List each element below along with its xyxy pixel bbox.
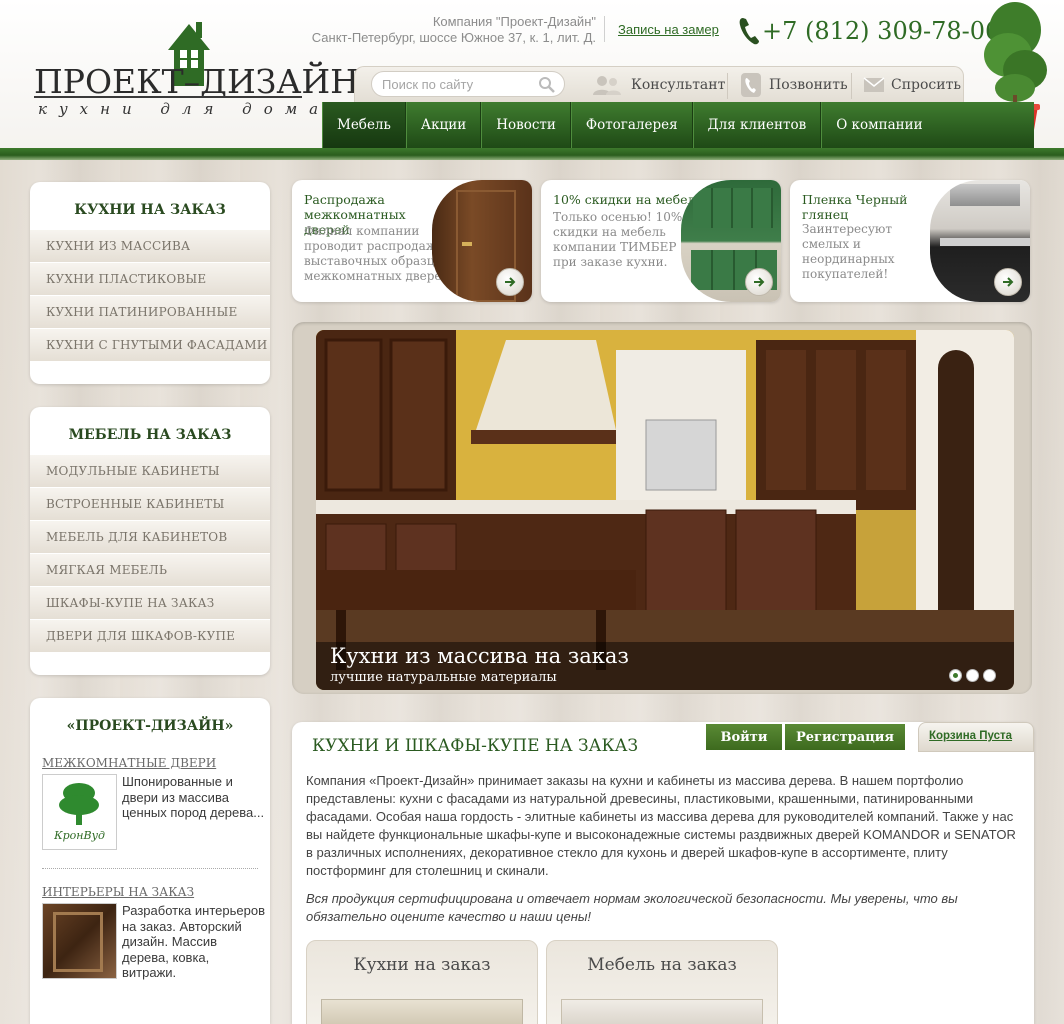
kronwood-logo-text: КронВуд — [54, 829, 105, 842]
sidebar-interiors-block: ИНТЕРЬЕРЫ НА ЗАКАЗ Разработка интерьеров… — [30, 881, 270, 981]
measure-signup-link[interactable]: Запись на замер — [618, 22, 719, 37]
ask-button[interactable]: Спросить — [863, 67, 961, 103]
sidebar-furniture-title: МЕБЕЛЬ НА ЗАКАЗ — [68, 427, 232, 443]
toolbar: Поиск по сайту Консультант Позвонить Спр… — [354, 66, 964, 104]
sidebar-doors-block: МЕЖКОМНАТНЫЕ ДВЕРИ КронВуд Шпонированные… — [30, 752, 270, 852]
logo-divider — [34, 96, 302, 98]
promo-arrow-button[interactable] — [496, 268, 524, 296]
phone-block: +7 (812) 309-78-06 — [738, 16, 1000, 46]
promo-title: 10% скидки на мебель — [553, 192, 703, 207]
nav-item-news[interactable]: Новости — [481, 102, 571, 148]
sidebar-company: «ПРОЕКТ-ДИЗАЙН» МЕЖКОМНАТНЫЕ ДВЕРИ КронВ… — [30, 698, 270, 1024]
nav-item-gallery[interactable]: Фотогалерея — [570, 102, 693, 148]
nav-item-promotions[interactable]: Акции — [405, 102, 482, 148]
sidebar-item-solid-wood-kitchens[interactable]: КУХНИ ИЗ МАССИВА — [30, 230, 270, 263]
promo-arrow-button[interactable] — [745, 268, 773, 296]
promo-card-gloss[interactable]: Пленка Черный глянец Заинтересуют смелых… — [790, 180, 1030, 302]
promo-card-discount[interactable]: 10% скидки на мебель Только осенью! 10% … — [541, 180, 781, 302]
interiors-description: Разработка интерьеров на заказ. Авторски… — [122, 903, 265, 980]
sidebar-item-office-furniture[interactable]: МЕБЕЛЬ ДЛЯ КАБИНЕТОВ — [30, 521, 270, 554]
slide-subtitle: лучшие натуральные материалы — [330, 670, 557, 685]
ask-label: Спросить — [891, 77, 961, 93]
arrow-right-icon — [754, 277, 765, 287]
nav-item-furniture[interactable]: Мебель — [322, 102, 406, 148]
doors-description: Шпонированные и двери из массива ценных … — [122, 774, 265, 820]
content-heading: КУХНИ И ШКАФЫ-КУПЕ НА ЗАКАЗ — [312, 736, 639, 756]
kitchens-card[interactable]: Кухни на заказ — [306, 940, 538, 1024]
kitchen-photo — [316, 330, 1014, 690]
phone-icon — [739, 18, 759, 45]
cart-link[interactable]: Корзина Пуста — [918, 722, 1034, 752]
main-nav: Мебель Акции Новости Фотогалерея Для кли… — [322, 102, 1034, 148]
card-image — [561, 999, 763, 1024]
slide-caption: Кухни из массива на заказ лучшие натурал… — [316, 642, 1014, 690]
search-placeholder: Поиск по сайту — [382, 77, 474, 92]
consultant-label: Консультант — [631, 77, 726, 93]
sidebar-item-plastic-kitchens[interactable]: КУХНИ ПЛАСТИКОВЫЕ — [30, 263, 270, 296]
content-note: Вся продукция сертифицирована и отвечает… — [306, 891, 958, 924]
toolbar-divider — [727, 73, 728, 99]
site-logo[interactable]: ПРОЕКТ–ДИЗАЙН кухни для дома — [34, 20, 359, 130]
slider-dot[interactable] — [949, 669, 962, 682]
promo-text: Заинтересуют смелых и неординарных покуп… — [802, 222, 895, 281]
promo-arrow-button[interactable] — [994, 268, 1022, 296]
sidebar-item-built-in-cabinets[interactable]: ВСТРОЕННЫЕ КАБИНЕТЫ — [30, 488, 270, 521]
toolbar-divider — [851, 73, 852, 99]
search-icon[interactable] — [538, 76, 556, 94]
hero-slider[interactable]: Кухни из массива на заказ лучшие натурал… — [316, 330, 1014, 690]
login-button[interactable]: Войти — [706, 724, 782, 750]
content-paragraph: Компания «Проект-Дизайн» принимает заказ… — [306, 773, 1016, 878]
sidebar-divider — [42, 868, 258, 869]
slider-dot[interactable] — [983, 669, 996, 682]
company-name: Компания "Проект-Дизайн" — [432, 14, 596, 29]
header-green-stripe — [0, 148, 1064, 160]
interiors-link[interactable]: ИНТЕРЬЕРЫ НА ЗАКАЗ — [30, 885, 194, 899]
doors-link[interactable]: МЕЖКОМНАТНЫЕ ДВЕРИ — [30, 756, 216, 770]
sidebar-item-modular-cabinets[interactable]: МОДУЛЬНЫЕ КАБИНЕТЫ — [30, 455, 270, 488]
arrow-right-icon — [1003, 277, 1014, 287]
sidebar-furniture: МЕБЕЛЬ НА ЗАКАЗ МОДУЛЬНЫЕ КАБИНЕТЫ ВСТРО… — [30, 407, 270, 675]
slider-dots — [949, 669, 996, 682]
furniture-card[interactable]: Мебель на заказ — [546, 940, 778, 1024]
interiors-image[interactable] — [42, 903, 117, 979]
sidebar-item-patinated-kitchens[interactable]: КУХНИ ПАТИНИРОВАННЫЕ — [30, 296, 270, 329]
card-title: Мебель на заказ — [587, 955, 737, 975]
sidebar-company-title: «ПРОЕКТ-ДИЗАЙН» — [66, 718, 234, 734]
sidebar-item-curved-kitchens[interactable]: КУХНИ С ГНУТЫМИ ФАСАДАМИ — [30, 329, 270, 362]
slide-title: Кухни из массива на заказ — [330, 644, 629, 668]
register-button[interactable]: Регистрация — [785, 724, 905, 750]
call-button[interactable]: Позвонить — [739, 67, 848, 103]
sidebar-item-soft-furniture[interactable]: МЯГКАЯ МЕБЕЛЬ — [30, 554, 270, 587]
logo-tagline: кухни для дома — [38, 100, 331, 118]
sidebar-item-wardrobes[interactable]: ШКАФЫ-КУПЕ НА ЗАКАЗ — [30, 587, 270, 620]
phone-number[interactable]: +7 (812) 309-78-06 — [762, 17, 1000, 45]
call-label: Позвонить — [769, 77, 848, 93]
consultant-button[interactable]: Консультант — [591, 67, 725, 103]
users-icon — [593, 76, 621, 95]
header-divider — [604, 16, 605, 42]
company-info: Компания "Проект-Дизайн" Санкт-Петербург… — [300, 14, 596, 46]
header: ПРОЕКТ–ДИЗАЙН кухни для дома Компания "П… — [0, 0, 1064, 160]
arrow-right-icon — [505, 277, 516, 287]
slider-dot[interactable] — [966, 669, 979, 682]
sidebar-kitchens: КУХНИ НА ЗАКАЗ КУХНИ ИЗ МАССИВА КУХНИ ПЛ… — [30, 182, 270, 384]
kronwood-logo-image[interactable]: КронВуд — [42, 774, 117, 850]
envelope-icon — [863, 77, 885, 92]
card-title: Кухни на заказ — [353, 955, 491, 975]
sidebar-item-wardrobe-doors[interactable]: ДВЕРИ ДЛЯ ШКАФОВ-КУПЕ — [30, 620, 270, 653]
nav-item-clients[interactable]: Для клиентов — [692, 102, 822, 148]
card-image — [321, 999, 523, 1024]
search-input[interactable]: Поиск по сайту — [371, 71, 565, 97]
sidebar-kitchens-title: КУХНИ НА ЗАКАЗ — [74, 202, 226, 218]
promo-title: Пленка Черный глянец — [802, 192, 908, 222]
promo-card-doors[interactable]: Распродажа межкомнатных дверей Филиал ко… — [292, 180, 532, 302]
handset-icon — [741, 73, 761, 97]
company-address: Санкт-Петербург, шоссе Южное 37, к. 1, л… — [311, 30, 596, 45]
nav-item-about[interactable]: О компании — [821, 102, 936, 148]
